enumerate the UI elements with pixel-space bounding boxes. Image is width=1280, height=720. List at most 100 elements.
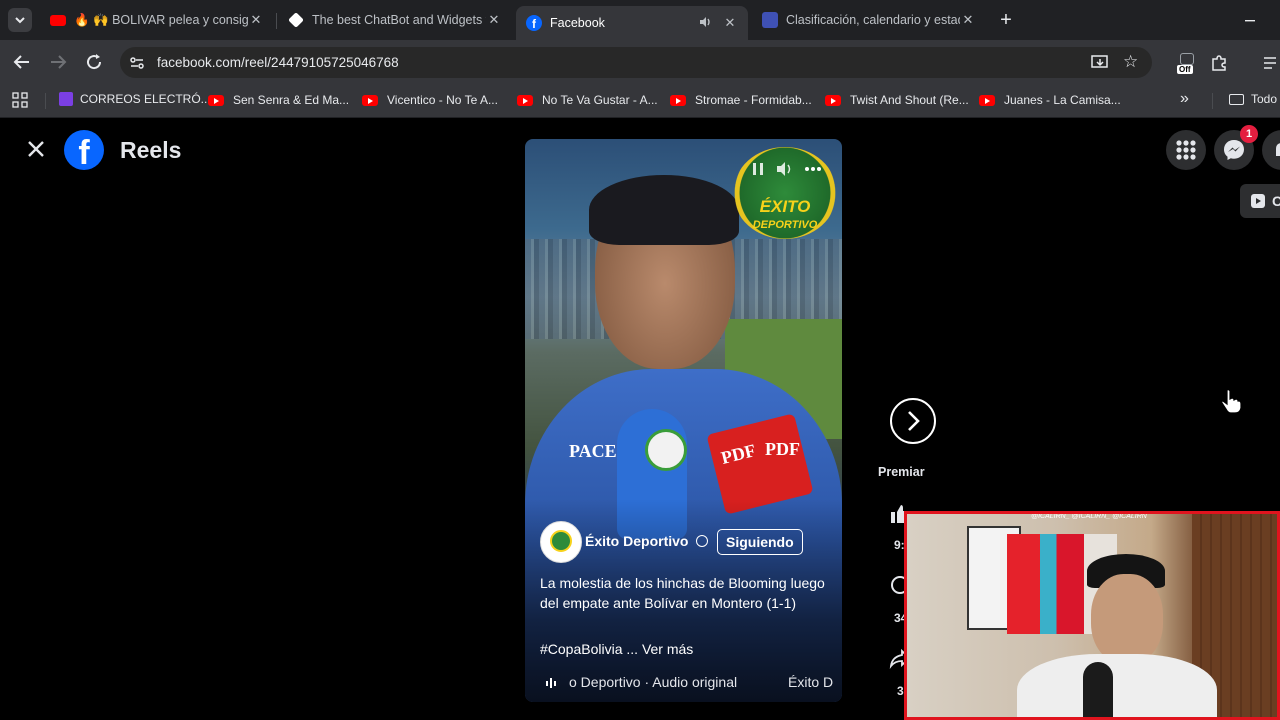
audio-wave-icon bbox=[545, 676, 557, 688]
webcam-social-handles: @ICALIRN_ @ICALIRN_ @ICALIRN bbox=[1031, 513, 1147, 520]
youtube-icon bbox=[517, 94, 533, 106]
channel-avatar-mark bbox=[550, 530, 572, 552]
next-reel-button[interactable] bbox=[890, 398, 936, 444]
webcam-overlay: @ICALIRN_ @ICALIRN_ @ICALIRN bbox=[904, 511, 1280, 720]
youtube-icon bbox=[979, 94, 995, 106]
pause-icon bbox=[753, 163, 763, 175]
audio-track[interactable]: o Deportivo · Audio original bbox=[569, 674, 737, 690]
premiar-label[interactable]: Premiar bbox=[878, 465, 925, 479]
reload-button[interactable] bbox=[82, 50, 106, 74]
extension-icon bbox=[1180, 53, 1194, 65]
bookmark-twist-and-shout[interactable]: Twist And Shout (Re... bbox=[825, 93, 969, 107]
minimize-icon bbox=[1245, 20, 1255, 22]
reel-caption: La molestia de los hinchas de Blooming l… bbox=[540, 575, 825, 611]
bookmarks-overflow-icon[interactable]: » bbox=[1180, 90, 1189, 108]
notifications-button[interactable] bbox=[1262, 130, 1280, 170]
extension-off-button[interactable]: Off bbox=[1176, 53, 1198, 77]
globe-icon bbox=[696, 535, 708, 547]
tab-title: Facebook bbox=[550, 16, 605, 30]
more-horizontal-icon bbox=[805, 167, 821, 171]
install-app-icon[interactable] bbox=[1090, 54, 1110, 72]
chatbot-icon bbox=[288, 12, 304, 28]
person-hair bbox=[589, 175, 739, 245]
youtube-icon bbox=[670, 94, 686, 106]
tab-title: The best ChatBot and Widgets for bbox=[312, 13, 486, 27]
jersey-sponsor: PACE bbox=[569, 441, 617, 461]
forward-button[interactable] bbox=[46, 50, 70, 74]
reel-hashtag-see-more[interactable]: #CopaBolivia ... Ver más bbox=[540, 641, 693, 657]
chevron-right-icon bbox=[908, 411, 920, 431]
tab-bolivar[interactable]: 🔥 🙌 BOLIVAR pelea y consigue ✕ bbox=[40, 6, 274, 34]
arrow-right-icon bbox=[51, 55, 67, 69]
bookmark-no-te-va-gustar[interactable]: No Te Va Gustar - A... bbox=[517, 93, 658, 107]
tab-strip: 🔥 🙌 BOLIVAR pelea y consigue ✕ The best … bbox=[0, 0, 1280, 40]
youtube-icon bbox=[825, 94, 841, 106]
bookmark-star-icon[interactable]: ☆ bbox=[1123, 53, 1141, 71]
extensions-puzzle-icon[interactable] bbox=[1209, 53, 1229, 73]
tab-search-dropdown[interactable] bbox=[8, 8, 32, 32]
apps-grid-icon[interactable] bbox=[12, 92, 28, 108]
bookmark-correos[interactable]: CORREOS ELECTRÓ... bbox=[59, 92, 211, 106]
new-tab-button[interactable]: + bbox=[996, 10, 1016, 30]
site-info-icon[interactable] bbox=[128, 54, 146, 72]
create-reel-button[interactable]: C bbox=[1240, 184, 1280, 218]
close-icon[interactable]: ✕ bbox=[486, 12, 502, 28]
channel-avatar[interactable] bbox=[540, 521, 582, 563]
bookmark-label: No Te Va Gustar - A... bbox=[542, 93, 658, 107]
following-button[interactable]: Siguiendo bbox=[717, 529, 803, 555]
tab-title: Clasificación, calendario y estadís bbox=[786, 13, 960, 27]
reel-video[interactable]: PACE PDF PDF ÉXITO DEPORTIVO Éxito Depor… bbox=[525, 139, 842, 702]
microphone-logo bbox=[645, 429, 687, 471]
reload-icon bbox=[87, 54, 102, 70]
extension-off-badge: Off bbox=[1177, 65, 1193, 74]
bookmark-label: Vicentico - No Te A... bbox=[387, 93, 498, 107]
reel-create-icon bbox=[1251, 194, 1265, 208]
back-button[interactable] bbox=[10, 50, 34, 74]
bookmark-vicentico[interactable]: Vicentico - No Te A... bbox=[362, 93, 498, 107]
bookmark-label: Stromae - Formidab... bbox=[695, 93, 812, 107]
more-options-button[interactable] bbox=[803, 161, 823, 177]
close-icon[interactable]: ✕ bbox=[722, 15, 738, 31]
tab-chatbot[interactable]: The best ChatBot and Widgets for ✕ bbox=[278, 6, 512, 34]
chevron-down-icon bbox=[15, 17, 25, 24]
share-count: 3 bbox=[897, 684, 904, 698]
audio-track-tail: Éxito D bbox=[788, 674, 834, 690]
mouse-cursor-icon bbox=[1220, 388, 1242, 414]
microphone-red-label-2: PDF bbox=[765, 439, 800, 459]
close-reels-button[interactable] bbox=[24, 137, 48, 161]
bookmark-separator bbox=[1212, 93, 1213, 109]
logo-text-2: DEPORTIVO bbox=[752, 219, 818, 231]
bookmark-sen-senra[interactable]: Sen Senra & Ed Ma... bbox=[208, 93, 349, 107]
pause-button[interactable] bbox=[751, 161, 765, 177]
messenger-badge: 1 bbox=[1240, 125, 1258, 143]
tab-facebook[interactable]: f Facebook ✕ bbox=[516, 6, 748, 40]
bookmark-juanes[interactable]: Juanes - La Camisa... bbox=[979, 93, 1121, 107]
facebook-icon: f bbox=[526, 15, 542, 31]
close-icon bbox=[28, 141, 44, 157]
bookmark-label: CORREOS ELECTRÓ... bbox=[80, 92, 211, 106]
webcam-microphone bbox=[1083, 662, 1113, 717]
bell-icon bbox=[1276, 143, 1280, 156]
tab-separator bbox=[276, 13, 277, 29]
folder-icon bbox=[1229, 93, 1244, 105]
bookmark-folder-todo[interactable]: Todo bbox=[1229, 92, 1277, 106]
speaker-icon[interactable] bbox=[698, 15, 712, 32]
youtube-icon bbox=[208, 94, 224, 106]
close-icon[interactable]: ✕ bbox=[248, 12, 264, 28]
bookmark-separator bbox=[45, 93, 46, 109]
page-title: Reels bbox=[120, 137, 182, 163]
bookmark-label: Juanes - La Camisa... bbox=[1004, 93, 1121, 107]
menu-button[interactable] bbox=[1166, 130, 1206, 170]
close-icon[interactable]: ✕ bbox=[960, 12, 976, 28]
tab-title: 🔥 🙌 BOLIVAR pelea y consigue bbox=[74, 12, 248, 27]
side-panel-icon[interactable] bbox=[1262, 54, 1280, 72]
channel-name[interactable]: Éxito Deportivo bbox=[585, 533, 688, 549]
bookmark-stromae[interactable]: Stromae - Formidab... bbox=[670, 93, 812, 107]
minimize-window-button[interactable] bbox=[1238, 10, 1262, 30]
mute-button[interactable] bbox=[775, 160, 795, 178]
stats-icon bbox=[762, 12, 778, 28]
tab-clasificacion[interactable]: Clasificación, calendario y estadís ✕ bbox=[752, 6, 986, 34]
bookmark-label: Sen Senra & Ed Ma... bbox=[233, 93, 350, 107]
bookmark-label: Todo bbox=[1251, 92, 1278, 106]
facebook-logo-icon[interactable]: f bbox=[64, 130, 104, 170]
